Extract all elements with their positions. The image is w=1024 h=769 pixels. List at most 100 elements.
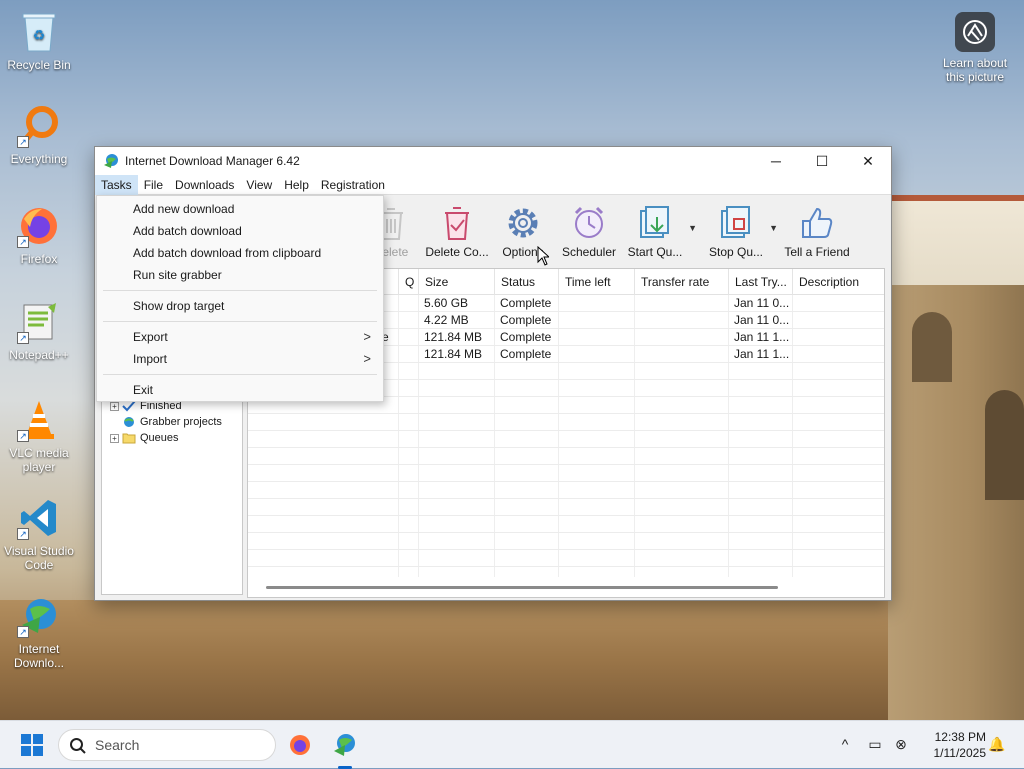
column-status[interactable]: Status: [494, 269, 558, 295]
system-clock[interactable]: 12:38 PM 1/11/2025: [916, 729, 987, 761]
notepadpp-icon: ↗: [17, 300, 61, 344]
volume-muted-icon[interactable]: ⊗: [892, 736, 910, 754]
menu-help[interactable]: Help: [278, 175, 315, 195]
scheduler-button[interactable]: Scheduler: [553, 203, 625, 259]
cell-status: Complete: [500, 347, 552, 361]
network-icon[interactable]: ▭: [866, 736, 884, 754]
cell-last-try: Jan 11 0...: [734, 296, 790, 310]
taskbar: Search ^ ▭ ⊗ 12:38 PM 1/11/2025 🔔: [0, 720, 1024, 769]
delete-completed-icon: [445, 207, 469, 240]
windows-start-icon[interactable]: [20, 733, 44, 757]
cell-status: Complete: [500, 313, 552, 327]
idm-globe-icon: ↗: [17, 594, 61, 638]
cell-size: 5.60 GB: [424, 296, 469, 310]
thumbs-up-icon: [802, 207, 833, 238]
menu-downloads[interactable]: Downloads: [169, 175, 240, 195]
alarm-clock-icon: [574, 206, 604, 238]
column-transfer-rate[interactable]: Transfer rate: [634, 269, 728, 295]
stop-queue-button[interactable]: Stop Qu... ▼: [700, 203, 778, 259]
start-queue-icon: [640, 206, 669, 238]
tree-item-queues[interactable]: + Queues: [110, 432, 179, 444]
desktop-wallpaper-cliff: [0, 600, 1024, 720]
search-icon: [70, 738, 86, 754]
everything-search-icon: ↗: [17, 104, 61, 148]
desktop-icon-vlc[interactable]: ↗ VLC media player: [0, 398, 78, 474]
cell-size: 121.84 MB: [424, 330, 483, 344]
chevron-up-icon[interactable]: ^: [836, 736, 854, 754]
empty-row: [248, 465, 884, 482]
clock-time: 12:38 PM: [934, 730, 986, 744]
search-placeholder: Search: [95, 737, 140, 753]
menu-tasks[interactable]: Tasks: [95, 174, 138, 195]
start-queue-dropdown-icon[interactable]: ▼: [688, 223, 697, 233]
menu-view[interactable]: View: [240, 175, 278, 195]
menu-item-add-batch-download[interactable]: Add batch download: [97, 220, 383, 242]
desktop-icon-idm[interactable]: ↗ Internet Downlo...: [0, 594, 78, 670]
stop-queue-dropdown-icon[interactable]: ▼: [769, 223, 778, 233]
desktop-icon-recycle-bin[interactable]: ♻ Recycle Bin: [0, 10, 78, 72]
horizontal-scrollbar[interactable]: [266, 586, 778, 589]
mouse-cursor-icon: [537, 246, 549, 266]
minimize-button[interactable]: ─: [753, 147, 799, 175]
cell-size: 4.22 MB: [424, 313, 469, 327]
shortcut-arrow-icon: ↗: [17, 136, 29, 148]
menu-file[interactable]: File: [138, 175, 169, 195]
desktop-icon-everything[interactable]: ↗ Everything: [0, 104, 78, 166]
menu-item-import[interactable]: Import >: [97, 348, 383, 370]
taskbar-firefox[interactable]: [284, 729, 316, 761]
tasks-menu: Add new download Add batch download Add …: [96, 195, 384, 402]
menu-item-show-drop-target[interactable]: Show drop target: [97, 295, 383, 317]
column-description[interactable]: Description: [792, 269, 884, 295]
menu-registration[interactable]: Registration: [315, 175, 391, 195]
cell-last-try: Jan 11 0...: [734, 313, 790, 327]
shortcut-arrow-icon: ↗: [17, 332, 29, 344]
column-size[interactable]: Size: [418, 269, 494, 295]
desktop-icon-notepadpp[interactable]: ↗ Notepad++: [0, 300, 78, 362]
empty-row: [248, 431, 884, 448]
maximize-button[interactable]: ☐: [799, 147, 845, 175]
vscode-icon: ↗: [17, 496, 61, 540]
menu-item-exit[interactable]: Exit: [97, 379, 383, 401]
cell-last-try: Jan 11 1...: [734, 347, 790, 361]
firefox-icon: [290, 735, 310, 755]
close-button[interactable]: ✕: [845, 147, 891, 175]
start-queue-button[interactable]: Start Qu... ▼: [619, 203, 697, 259]
learn-about-picture[interactable]: Learn about this picture: [934, 12, 1016, 84]
title-bar[interactable]: Internet Download Manager 6.42 ─ ☐ ✕: [95, 147, 891, 175]
tell-a-friend-button[interactable]: Tell a Friend: [780, 203, 854, 259]
taskbar-search[interactable]: Search: [58, 729, 276, 761]
grabber-globe-icon: [124, 417, 134, 427]
column-q[interactable]: Q: [398, 269, 418, 295]
camera-lens-icon: [955, 12, 995, 52]
menu-item-add-batch-clipboard[interactable]: Add batch download from clipboard: [97, 242, 383, 264]
shortcut-arrow-icon: ↗: [17, 430, 29, 442]
menu-item-export[interactable]: Export >: [97, 326, 383, 348]
idm-globe-icon: [334, 734, 355, 756]
empty-row: [248, 516, 884, 533]
menu-item-run-site-grabber[interactable]: Run site grabber: [97, 264, 383, 286]
cell-size: 121.84 MB: [424, 347, 483, 361]
clock-date: 1/11/2025: [933, 746, 987, 760]
column-last-try[interactable]: Last Try...: [728, 269, 792, 295]
tree-item-grabber-projects[interactable]: Grabber projects: [122, 416, 222, 428]
menu-bar: Tasks File Downloads View Help Registrat…: [95, 174, 891, 195]
shortcut-arrow-icon: ↗: [17, 528, 29, 540]
notification-bell-icon[interactable]: 🔔: [988, 736, 1006, 754]
column-time-left[interactable]: Time left: [558, 269, 634, 295]
desktop-wallpaper-arch: [985, 390, 1024, 500]
delete-completed-button[interactable]: Delete Co...: [421, 203, 493, 259]
folder-icon: [122, 433, 136, 444]
cell-status: Complete: [500, 296, 552, 310]
desktop-wallpaper-arch: [912, 312, 952, 382]
expand-icon[interactable]: +: [110, 401, 119, 411]
empty-row: [248, 533, 884, 550]
menu-item-add-new-download[interactable]: Add new download: [97, 198, 383, 220]
empty-row: [248, 482, 884, 499]
desktop-icon-vscode[interactable]: ↗ Visual Studio Code: [0, 496, 78, 572]
desktop-wallpaper-houses: [892, 195, 1024, 285]
idm-app-icon: [104, 154, 118, 168]
expand-icon[interactable]: +: [110, 433, 119, 443]
vlc-cone-icon: ↗: [17, 398, 61, 442]
desktop-icon-firefox[interactable]: ↗ Firefox: [0, 204, 78, 266]
taskbar-idm[interactable]: [329, 729, 361, 761]
